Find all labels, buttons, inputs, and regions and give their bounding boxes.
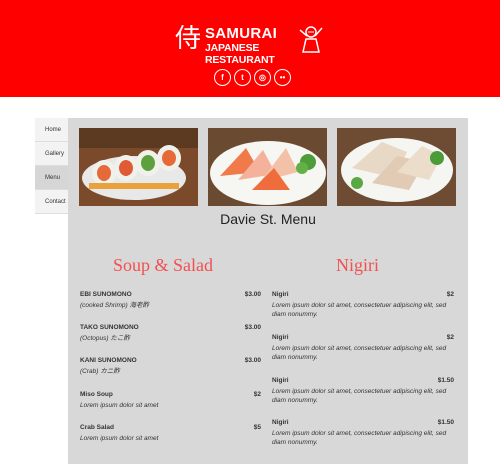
item-name: Nigiri [272, 377, 289, 384]
item-price: $2 [253, 391, 261, 398]
item-description: (cooked Shrimp) 海老酢 [80, 302, 149, 309]
menu-item: Crab Salad $5 Lorem ipsum dolor sit amet [80, 424, 261, 443]
logo-kanji: 侍 [175, 24, 202, 54]
sashimi-photo [208, 128, 327, 206]
item-name: EBI SUNOMONO [80, 291, 132, 298]
item-name: TAKO SUNOMONO [80, 324, 139, 331]
item-description: Lorem ipsum dolor sit amet, consectetuer… [272, 345, 447, 361]
item-price: $2 [446, 334, 454, 341]
item-name: Nigiri [272, 334, 289, 341]
logo-brand-name: SAMURAI [205, 25, 278, 42]
item-description: (Octopus) たこ酢 [80, 335, 130, 342]
menu-item: Nigiri $1.50 Lorem ipsum dolor sit amet,… [272, 377, 454, 405]
section-heading-nigiri: Nigiri [336, 255, 379, 275]
menu-item: Nigiri $2 Lorem ipsum dolor sit amet, co… [272, 291, 454, 319]
item-price: $3.00 [244, 324, 261, 331]
item-name: Crab Salad [80, 424, 114, 431]
menu-item: KANI SUNOMONO $3.00 (Crab) カニ酢 [80, 357, 261, 376]
menu-item: Nigiri $2 Lorem ipsum dolor sit amet, co… [272, 334, 454, 362]
sushi-roll-photo [79, 128, 198, 206]
menu-item: Nigiri $1.50 Lorem ipsum dolor sit amet,… [272, 419, 454, 447]
item-price: $3.00 [244, 291, 261, 298]
item-price: $1.50 [437, 377, 454, 384]
item-description: Lorem ipsum dolor sit amet [80, 435, 159, 442]
item-price: $3.00 [244, 357, 261, 364]
menu-panel: Davie St. Menu Soup & Salad Nigiri EBI S… [68, 118, 468, 464]
item-description: Lorem ipsum dolor sit amet, consectetuer… [272, 388, 447, 404]
menu-item: EBI SUNOMONO $3.00 (cooked Shrimp) 海老酢 [80, 291, 261, 310]
item-price: $1.50 [437, 419, 454, 426]
nav-item-gallery[interactable]: Gallery [35, 142, 68, 166]
menu-item: Miso Soup $2 Lorem ipsum dolor sit amet [80, 391, 261, 410]
item-name: KANI SUNOMONO [80, 357, 137, 364]
logo[interactable]: 侍 SAMURAI JAPANESE RESTAURANT [175, 24, 327, 66]
instagram-icon[interactable]: ◎ [254, 69, 271, 86]
flickr-icon[interactable]: •• [274, 69, 291, 86]
item-description: Lorem ipsum dolor sit amet, consectetuer… [272, 430, 447, 446]
item-name: Nigiri [272, 419, 289, 426]
item-price: $2 [446, 291, 454, 298]
item-name: Nigiri [272, 291, 289, 298]
section-heading-soup-salad: Soup & Salad [113, 255, 214, 275]
site-header: 侍 SAMURAI JAPANESE RESTAURANT f t ◎ •• [0, 0, 500, 97]
nav-item-contact[interactable]: Contact [35, 190, 68, 214]
samurai-mascot-icon [299, 26, 323, 53]
social-links: f t ◎ •• [214, 69, 291, 87]
item-description: Lorem ipsum dolor sit amet, consectetuer… [272, 302, 447, 318]
nav-item-menu[interactable]: Menu [35, 166, 68, 190]
page-title: Davie St. Menu [220, 211, 316, 227]
tuna-sashimi-photo [337, 128, 456, 206]
nav-item-home[interactable]: Home [35, 118, 68, 142]
item-price: $5 [253, 424, 261, 431]
item-name: Miso Soup [80, 391, 113, 398]
item-description: Lorem ipsum dolor sit amet [80, 402, 159, 409]
item-description: (Crab) カニ酢 [80, 368, 120, 375]
menu-item: TAKO SUNOMONO $3.00 (Octopus) たこ酢 [80, 324, 261, 343]
twitter-icon[interactable]: t [234, 69, 251, 86]
facebook-icon[interactable]: f [214, 69, 231, 86]
side-nav: Home Gallery Menu Contact [35, 118, 68, 214]
